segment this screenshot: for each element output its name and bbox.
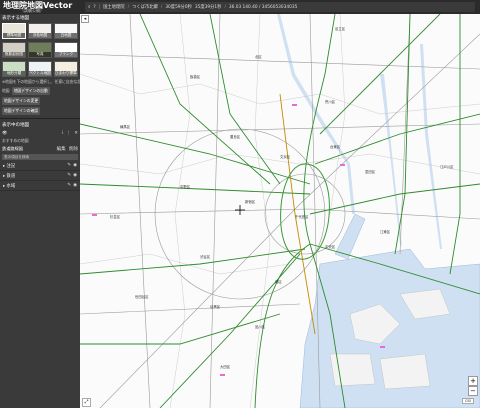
map-label: 北区	[255, 55, 262, 59]
separator: |	[98, 4, 101, 10]
pencil-icon[interactable]: ✎	[67, 163, 71, 168]
header-bar: 地理院地図Vector （試験公開） ⌕ ? | 国土地理院 / つくば市北郷 …	[0, 0, 480, 14]
layer-search-input[interactable]: 表示項目を検索	[2, 154, 78, 160]
basemap-thumbnail[interactable]: ベクトル地図	[28, 61, 52, 77]
layer-title: 鉄道路線図	[2, 146, 23, 151]
map-label: 足立区	[335, 27, 346, 31]
layer-name: 水域	[6, 183, 16, 189]
map-label: 墨田区	[365, 170, 376, 174]
pencil-icon[interactable]: ✎	[67, 173, 71, 178]
map-label: 新宿区	[245, 200, 256, 204]
layer-title-row: 鉄道路線図 編集 削除	[0, 145, 80, 153]
map-label: 豊島区	[230, 135, 241, 139]
help-icon[interactable]: ?	[93, 5, 95, 10]
pencil-icon[interactable]: ✎	[67, 183, 71, 188]
basemap-thumbnail[interactable]: 写真	[28, 42, 52, 58]
eye-icon[interactable]: 👁	[2, 130, 7, 136]
coords-readout: 36.03 140.40 / 3456053034035	[228, 4, 298, 10]
map-label: 千代田区	[295, 215, 309, 219]
info-icon[interactable]: i	[62, 131, 63, 136]
map-label: 中野区	[180, 185, 191, 189]
zoom-out-button[interactable]: −	[468, 386, 478, 396]
layer-row[interactable]: ▸ 鉄道 ✎ ◉	[0, 171, 80, 181]
basemap-thumbnail[interactable]: ブランク	[54, 42, 78, 58]
delete-button[interactable]: 削除	[69, 147, 78, 152]
map-label: 文京区	[280, 155, 291, 159]
divider	[0, 118, 80, 119]
style-button-3[interactable]: 地図デザインの確認	[2, 107, 41, 115]
layer-row[interactable]: ▸ 注記 ✎ ◉	[0, 161, 80, 171]
basemap-thumbnail[interactable]: 陰影起伏図	[2, 42, 26, 58]
map-label: 杉並区	[110, 215, 121, 219]
expand-arrow-icon[interactable]: ⤢	[82, 398, 91, 407]
layer-group-name: おすすめの地図	[2, 138, 29, 143]
map-label: 品川区	[255, 325, 266, 329]
map-label: 渋谷区	[200, 255, 211, 259]
style-row-1: 地図 地図デザインの自動	[0, 86, 80, 96]
breadcrumb-3: 35度39分1秒	[194, 5, 222, 10]
basemap-thumbnail[interactable]: ひまわり標準地図	[54, 61, 78, 77]
basemap-thumbnail[interactable]: 地形分類	[2, 61, 26, 77]
map-label: 江戸川区	[440, 165, 454, 169]
map-label: 大田区	[220, 365, 231, 369]
map-label: 板橋区	[190, 75, 201, 79]
basemap-label: 標準地図	[3, 33, 25, 38]
basemap-label: 地形分類	[3, 71, 25, 76]
active-section-title: 表示中の地図	[2, 123, 29, 128]
eye-icon[interactable]: ◉	[73, 163, 77, 168]
style-row-2: 地図デザインの変更	[0, 96, 80, 106]
style-button-2[interactable]: 地図デザインの変更	[2, 97, 41, 105]
breadcrumb-0[interactable]: 国土地理院	[103, 4, 124, 10]
sidebar: 表示する地図 標準地図 淡色地図 白地図陰影起伏図 写真 ブランク地形分類 ベクトル地図ひ…	[0, 14, 85, 408]
basemap-label: ベクトル地図	[29, 71, 51, 76]
basemap-section-title: 表示する地図	[2, 16, 29, 21]
zoom-in-button[interactable]: +	[468, 376, 478, 386]
map-label: 目黒区	[210, 305, 221, 309]
basemap-grid: 標準地図淡色地図白地図陰影起伏図写真ブランク地形分類ベクトル地図ひまわり標準地図	[0, 22, 80, 78]
basemap-label: 白地図	[55, 33, 77, 38]
basemap-label: ひまわり標準地図	[55, 71, 77, 76]
close-icon[interactable]: ✕	[74, 131, 78, 136]
basemap-label: ブランク	[55, 52, 77, 57]
basemap-thumbnail[interactable]: 白地図	[54, 23, 78, 39]
map-graphics	[80, 14, 480, 408]
map-label: 世田谷区	[135, 295, 149, 299]
separator: /	[224, 4, 226, 10]
map-canvas[interactable]: 北区 足立区 荒川区 板橋区 豊島区 文京区 台東区 墨田区 練馬区 中野区 新…	[80, 14, 480, 408]
layer-name: 注記	[6, 163, 16, 169]
separator: /	[160, 4, 163, 10]
location-bar[interactable]: ⌕ ? | 国土地理院 / つくば市北郷 / 30度59分0秒 35度39分1秒…	[85, 2, 475, 12]
basemap-label: 淡色地図	[29, 33, 51, 38]
style-button-1[interactable]: 地図デザインの自動	[11, 87, 50, 95]
map-label: 港区	[275, 280, 282, 284]
map-label: 荒川区	[325, 100, 336, 104]
map-label: 練馬区	[120, 125, 131, 129]
eye-icon[interactable]: ◉	[73, 183, 77, 188]
map-label: 江東区	[380, 230, 391, 234]
menu-icon[interactable]: ⋮	[66, 131, 71, 136]
layer-toolbar: 👁 i ⋮ ✕	[0, 129, 80, 137]
eye-icon[interactable]: ◉	[73, 173, 77, 178]
collapse-sidebar-button[interactable]: ◂	[81, 15, 89, 23]
basemap-label: 陰影起伏図	[3, 52, 25, 57]
basemap-thumbnail[interactable]: 淡色地図	[28, 23, 52, 39]
attribution-badge[interactable]: GSI	[462, 398, 474, 404]
map-label: 台東区	[330, 145, 341, 149]
style-row-3: 地図デザインの確認	[0, 106, 80, 116]
breadcrumb-1[interactable]: つくば市北郷	[132, 4, 158, 10]
separator: /	[127, 4, 130, 10]
layer-row[interactable]: ▸ 水域 ✎ ◉	[0, 181, 80, 191]
edit-button[interactable]: 編集	[57, 147, 66, 152]
search-icon[interactable]: ⌕	[88, 5, 90, 10]
basemap-label: 写真	[29, 52, 51, 57]
basemap-thumbnail[interactable]: 標準地図	[2, 23, 26, 39]
style-label: 地図	[2, 88, 10, 93]
basemap-note: ※地図を下の地図から選択し、任意に自由な設定	[2, 79, 85, 84]
breadcrumb-2: 30度59分0秒	[165, 5, 192, 10]
map-label: 中央区	[325, 245, 336, 249]
layer-name: 鉄道	[6, 173, 16, 179]
